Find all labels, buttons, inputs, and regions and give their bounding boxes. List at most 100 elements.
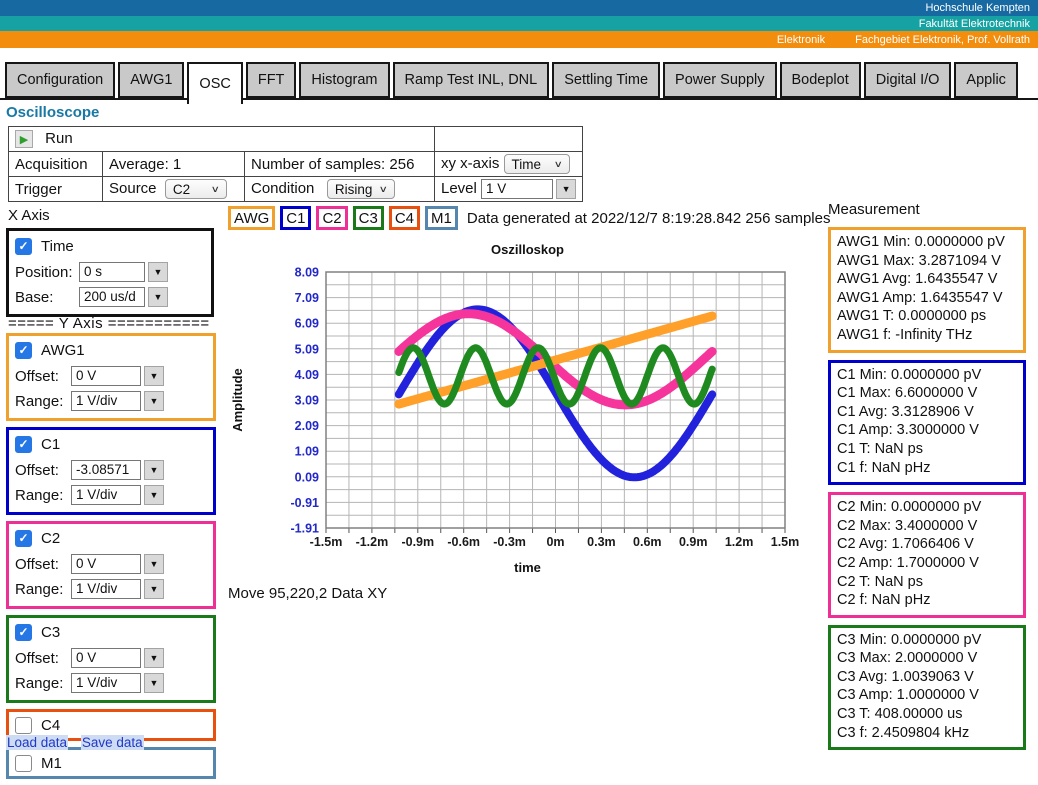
c2-range-input[interactable]: 1 V/div xyxy=(71,579,141,599)
base-input[interactable]: 200 us/d xyxy=(79,287,145,307)
tab-bar: ConfigurationAWG1OSCFFTHistogramRamp Tes… xyxy=(0,62,1038,100)
range-label: Range: xyxy=(15,487,71,504)
awg1-label: AWG1 xyxy=(41,342,85,359)
trigger-source-select[interactable]: C2 ∨ xyxy=(165,179,227,199)
measurement-group-c2: C2 Min: 0.0000000 pVC2 Max: 3.4000000 VC… xyxy=(828,492,1026,618)
x-axis-panel: ✓ Time Position:0 s▼ Base:200 us/d▼ xyxy=(6,228,214,317)
offset-label: Offset: xyxy=(15,650,71,667)
tab-applic[interactable]: Applic xyxy=(954,62,1018,98)
faculty-name: Fakultät Elektrotechnik xyxy=(919,18,1030,30)
measurement-line: C3 f: 2.4509804 kHz xyxy=(837,724,1017,743)
measurement-line: C2 T: NaN ps xyxy=(837,573,1017,592)
measurement-groups: AWG1 Min: 0.0000000 pVAWG1 Max: 3.287109… xyxy=(828,227,1026,750)
chart-y-tick-label: 0.09 xyxy=(295,470,319,484)
measurement-line: C1 Avg: 3.3128906 V xyxy=(837,403,1017,422)
c4-checkbox[interactable] xyxy=(15,717,32,734)
channel-panels: ✓ AWG1 Offset:0 V▼ Range:1 V/div▼ ✓ C1 O… xyxy=(6,333,216,785)
trigger-condition-cell: Condition Rising ∨ xyxy=(245,177,435,202)
channel-panel-m1: M1 xyxy=(6,747,216,779)
awg1-checkbox[interactable]: ✓ xyxy=(15,342,32,359)
measurement-line: C1 T: NaN ps xyxy=(837,440,1017,459)
c1-offset-input[interactable]: -3.08571 xyxy=(71,460,141,480)
legend-chip-c1[interactable]: C1 xyxy=(280,206,311,230)
samples-value: Number of samples: 256 xyxy=(245,152,435,177)
legend-chip-awg[interactable]: AWG xyxy=(228,206,275,230)
condition-selected-value: Rising xyxy=(335,182,373,197)
level-input[interactable]: 1 V xyxy=(481,179,553,199)
tab-fft[interactable]: FFT xyxy=(246,62,297,98)
xy-axis-cell: xy x-axis Time ∨ xyxy=(435,152,583,177)
c1-range-spinner[interactable]: ▼ xyxy=(144,485,164,505)
department-right: Fachgebiet Elektronik, Prof. Vollrath xyxy=(855,34,1030,46)
position-input[interactable]: 0 s xyxy=(79,262,145,282)
measurement-line: C2 Min: 0.0000000 pV xyxy=(837,498,1017,517)
c1-checkbox[interactable]: ✓ xyxy=(15,436,32,453)
c3-range-spinner[interactable]: ▼ xyxy=(144,673,164,693)
c2-label: C2 xyxy=(41,530,60,547)
measurement-line: C3 Max: 2.0000000 V xyxy=(837,649,1017,668)
chart-x-tick-label: -1.5m xyxy=(310,535,343,549)
save-data-link[interactable]: Save data xyxy=(81,735,144,750)
chart-svg: -1.91-0.910.091.092.093.094.095.096.097.… xyxy=(228,238,828,588)
tab-digital-i-o[interactable]: Digital I/O xyxy=(864,62,952,98)
time-label: Time xyxy=(41,238,74,255)
chart-y-tick-label: 2.09 xyxy=(295,419,319,433)
load-data-link[interactable]: Load data xyxy=(6,735,68,750)
acquisition-row: Acquisition Average: 1 Number of samples… xyxy=(9,152,583,177)
c1-offset-spinner[interactable]: ▼ xyxy=(144,460,164,480)
c1-range-input[interactable]: 1 V/div xyxy=(71,485,141,505)
legend-chip-m1[interactable]: M1 xyxy=(425,206,458,230)
position-spinner[interactable]: ▼ xyxy=(148,262,168,282)
base-spinner[interactable]: ▼ xyxy=(148,287,168,307)
awg1-offset-spinner[interactable]: ▼ xyxy=(144,366,164,386)
chart-x-tick-label: 1.5m xyxy=(771,535,800,549)
c2-offset-spinner[interactable]: ▼ xyxy=(144,554,164,574)
tab-ramp-test-inl-dnl[interactable]: Ramp Test INL, DNL xyxy=(393,62,550,98)
measurement-line: C3 T: 408.00000 us xyxy=(837,705,1017,724)
c1-label: C1 xyxy=(41,436,60,453)
tab-bodeplot[interactable]: Bodeplot xyxy=(780,62,861,98)
y-axis-divider: ===== Y Axis =========== xyxy=(8,315,210,332)
awg1-range-spinner[interactable]: ▼ xyxy=(144,391,164,411)
time-checkbox[interactable]: ✓ xyxy=(15,238,32,255)
chart-x-tick-label: 0m xyxy=(546,535,564,549)
trigger-condition-select[interactable]: Rising ∨ xyxy=(327,179,395,199)
trigger-row: Trigger Source C2 ∨ Condition Rising ∨ L… xyxy=(9,177,583,202)
tab-settling-time[interactable]: Settling Time xyxy=(552,62,660,98)
chart-x-tick-label: 0.3m xyxy=(587,535,616,549)
chart-y-tick-label: 7.09 xyxy=(295,291,319,305)
run-button[interactable]: ▶ xyxy=(15,130,33,148)
tab-power-supply[interactable]: Power Supply xyxy=(663,62,776,98)
m1-checkbox[interactable] xyxy=(15,755,32,772)
measurement-line: C3 Avg: 1.0039063 V xyxy=(837,668,1017,687)
legend-chip-c2[interactable]: C2 xyxy=(316,206,347,230)
c2-offset-input[interactable]: 0 V xyxy=(71,554,141,574)
level-spinner[interactable]: ▼ xyxy=(556,179,576,199)
c3-offset-spinner[interactable]: ▼ xyxy=(144,648,164,668)
tab-osc[interactable]: OSC xyxy=(187,62,242,104)
offset-label: Offset: xyxy=(15,462,71,479)
c2-checkbox[interactable]: ✓ xyxy=(15,530,32,547)
tab-awg1[interactable]: AWG1 xyxy=(118,62,184,98)
legend-chip-c4[interactable]: C4 xyxy=(389,206,420,230)
legend-chip-c3[interactable]: C3 xyxy=(353,206,384,230)
run-cell: ▶ Run xyxy=(9,127,435,152)
range-label: Range: xyxy=(15,393,71,410)
c3-checkbox[interactable]: ✓ xyxy=(15,624,32,641)
chart-x-tick-label: 0.9m xyxy=(679,535,708,549)
trigger-label: Trigger xyxy=(9,177,103,202)
measurement-group-c3: C3 Min: 0.0000000 pVC3 Max: 2.0000000 VC… xyxy=(828,625,1026,751)
measurement-line: AWG1 Avg: 1.6435547 V xyxy=(837,270,1017,289)
tab-configuration[interactable]: Configuration xyxy=(5,62,115,98)
tab-histogram[interactable]: Histogram xyxy=(299,62,389,98)
c3-range-input[interactable]: 1 V/div xyxy=(71,673,141,693)
chart-y-axis-label: Amplitude xyxy=(230,368,245,432)
awg1-range-input[interactable]: 1 V/div xyxy=(71,391,141,411)
c2-range-spinner[interactable]: ▼ xyxy=(144,579,164,599)
awg1-offset-input[interactable]: 0 V xyxy=(71,366,141,386)
xy-axis-select[interactable]: Time ∨ xyxy=(504,154,570,174)
channel-panel-c1: ✓ C1 Offset:-3.08571▼ Range:1 V/div▼ xyxy=(6,427,216,515)
header-bar-university: Hochschule Kempten xyxy=(0,0,1038,16)
c3-offset-input[interactable]: 0 V xyxy=(71,648,141,668)
measurement-line: AWG1 T: 0.0000000 ps xyxy=(837,307,1017,326)
